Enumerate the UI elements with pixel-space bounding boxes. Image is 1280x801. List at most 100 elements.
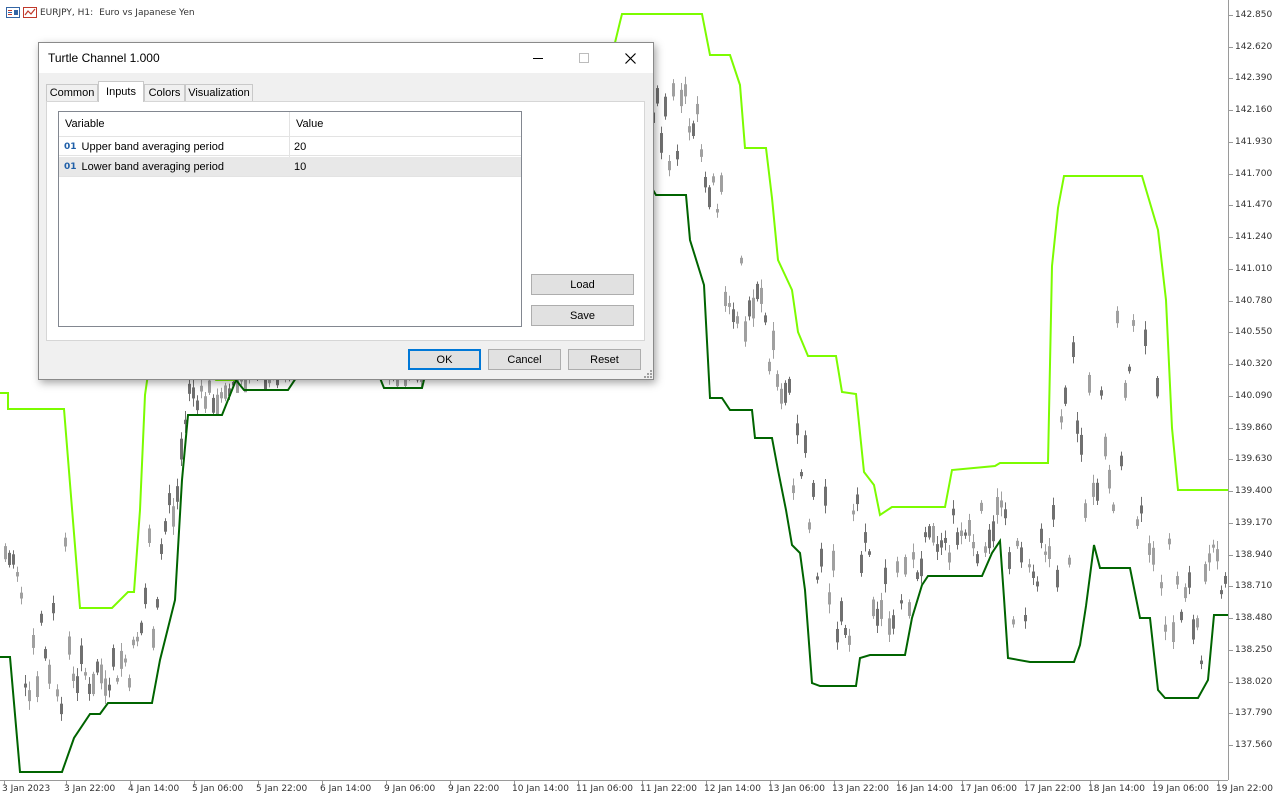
tab-inputs[interactable]: Inputs bbox=[98, 81, 144, 102]
column-header-value[interactable]: Value bbox=[290, 112, 521, 136]
candle-body bbox=[1100, 390, 1103, 396]
time-label: 18 Jan 14:00 bbox=[1088, 784, 1145, 794]
close-button[interactable] bbox=[607, 43, 653, 73]
candle-body bbox=[864, 532, 867, 543]
minimize-button[interactable] bbox=[515, 43, 561, 73]
price-label: 141.470 bbox=[1235, 200, 1273, 211]
reset-button[interactable]: Reset bbox=[568, 349, 641, 370]
candle-body bbox=[1020, 547, 1023, 563]
candle-body bbox=[732, 309, 735, 323]
candle-body bbox=[888, 618, 891, 635]
price-label: 138.020 bbox=[1235, 676, 1273, 687]
candle-body bbox=[1036, 581, 1039, 587]
chart-window-icon bbox=[6, 7, 20, 18]
candle-body bbox=[840, 601, 843, 622]
save-button[interactable]: Save bbox=[531, 305, 634, 326]
candle-body bbox=[1056, 569, 1059, 588]
price-tick bbox=[1229, 681, 1233, 683]
tab-colors[interactable]: Colors bbox=[144, 84, 185, 101]
candle-body bbox=[108, 684, 111, 691]
price-tick bbox=[1229, 554, 1233, 556]
input-value-field[interactable]: 20 bbox=[294, 137, 519, 156]
price-tick bbox=[1229, 459, 1233, 461]
candle-body bbox=[216, 394, 219, 415]
candle-body bbox=[844, 627, 847, 635]
dialog-titlebar[interactable]: Turtle Channel 1.000 bbox=[39, 43, 653, 73]
candle-body bbox=[92, 673, 95, 695]
candle-body bbox=[212, 397, 215, 413]
candle-body bbox=[712, 176, 715, 183]
cancel-button[interactable]: Cancel bbox=[488, 349, 561, 370]
candle-body bbox=[1028, 564, 1031, 568]
candle-body bbox=[768, 361, 771, 372]
candle-body bbox=[1204, 564, 1207, 582]
price-tick bbox=[1229, 491, 1233, 493]
inputs-grid[interactable]: Variable Value 01 Upper band averaging p… bbox=[58, 111, 522, 327]
price-tick bbox=[1229, 364, 1233, 366]
column-header-variable[interactable]: Variable bbox=[59, 112, 290, 136]
candle-body bbox=[876, 608, 879, 626]
price-scale[interactable]: 142.850 142.620 142.390 142.160 141.930 141.7… bbox=[1228, 0, 1280, 780]
price-tick bbox=[1229, 46, 1233, 48]
price-label: 141.700 bbox=[1235, 168, 1273, 179]
price-tick bbox=[1229, 649, 1233, 651]
price-label: 142.160 bbox=[1235, 105, 1273, 116]
price-tick bbox=[1229, 268, 1233, 270]
candle-body bbox=[1108, 469, 1111, 489]
price-tick bbox=[1229, 522, 1233, 524]
time-label: 12 Jan 14:00 bbox=[704, 784, 761, 794]
candle-body bbox=[152, 628, 155, 648]
time-label: 13 Jan 06:00 bbox=[768, 784, 825, 794]
resize-grip-icon[interactable] bbox=[642, 368, 652, 378]
time-label: 10 Jan 14:00 bbox=[512, 784, 569, 794]
candle-body bbox=[884, 567, 887, 585]
time-label: 5 Jan 22:00 bbox=[256, 784, 308, 794]
price-tick bbox=[1229, 745, 1233, 747]
candle-body bbox=[824, 486, 827, 506]
candle-body bbox=[1140, 505, 1143, 514]
candle-body bbox=[1164, 624, 1167, 632]
candle-body bbox=[1176, 576, 1179, 585]
candle-body bbox=[900, 600, 903, 604]
candle-body bbox=[1060, 416, 1063, 423]
price-tick bbox=[1229, 141, 1233, 143]
candle-body bbox=[52, 602, 55, 614]
candle-body bbox=[1032, 571, 1035, 578]
candle-body bbox=[756, 283, 759, 300]
candle-body bbox=[1156, 377, 1159, 397]
price-label: 137.560 bbox=[1235, 740, 1273, 751]
price-label: 142.390 bbox=[1235, 73, 1273, 84]
tab-visualization[interactable]: Visualization bbox=[185, 84, 253, 101]
candle-body bbox=[1216, 549, 1219, 562]
indicator-icon bbox=[23, 7, 37, 18]
candle-body bbox=[136, 636, 139, 642]
load-button[interactable]: Load bbox=[531, 274, 634, 295]
price-label: 138.710 bbox=[1235, 581, 1273, 592]
maximize-button[interactable] bbox=[561, 43, 607, 73]
input-value-field[interactable]: 10 bbox=[294, 157, 519, 176]
candle-body bbox=[720, 175, 723, 192]
time-label: 11 Jan 22:00 bbox=[640, 784, 697, 794]
candle-body bbox=[220, 392, 223, 399]
candle-body bbox=[128, 678, 131, 688]
candle-body bbox=[120, 650, 123, 669]
candle-body bbox=[752, 297, 755, 319]
tab-common[interactable]: Common bbox=[46, 84, 98, 101]
candle-body bbox=[24, 683, 27, 688]
candle-body bbox=[148, 528, 151, 543]
ok-button[interactable]: OK bbox=[408, 349, 481, 370]
time-label: 17 Jan 22:00 bbox=[1024, 784, 1081, 794]
candle-body bbox=[76, 676, 79, 693]
candle-body bbox=[956, 532, 959, 545]
input-row-lower-period[interactable]: 01 Lower band averaging period 10 bbox=[59, 157, 521, 177]
candle-body bbox=[924, 532, 927, 538]
time-scale[interactable]: 3 Jan 2023 3 Jan 22:00 4 Jan 14:00 5 Jan 06… bbox=[0, 780, 1273, 801]
candle-body bbox=[656, 88, 659, 104]
candle-body bbox=[40, 613, 43, 623]
price-tick bbox=[1229, 15, 1233, 16]
candle-body bbox=[880, 600, 883, 619]
candle-body bbox=[816, 576, 819, 580]
candle-body bbox=[1168, 538, 1171, 545]
time-label: 19 Jan 06:00 bbox=[1152, 784, 1209, 794]
input-row-upper-period[interactable]: 01 Upper band averaging period 20 bbox=[59, 136, 521, 156]
